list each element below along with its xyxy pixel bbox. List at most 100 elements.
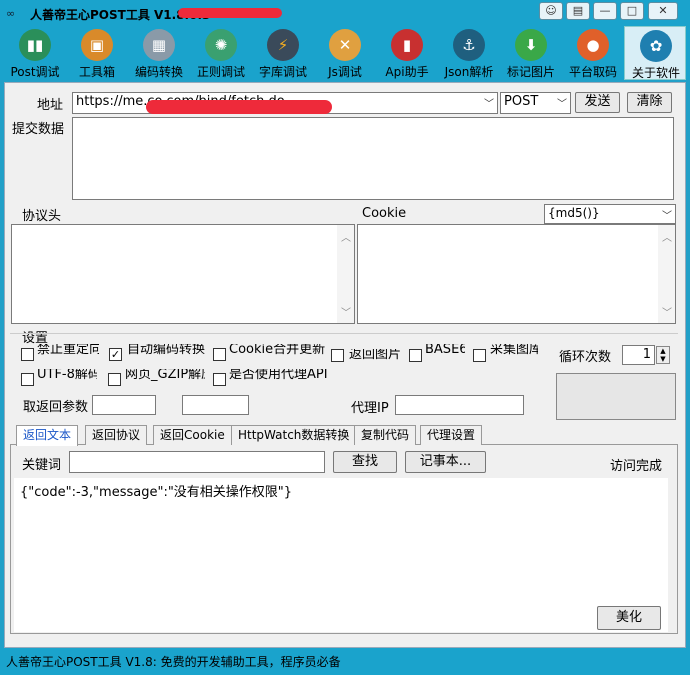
tool-api[interactable]: ▮ Api助手 (376, 26, 438, 80)
tools-icon: ✕ (329, 29, 361, 61)
checkbox-cookie-merge[interactable] (213, 348, 226, 361)
checkbox-collect-gallery[interactable] (473, 349, 486, 362)
checkbox-return-image[interactable] (331, 349, 344, 362)
keyword-label: 关键词 (22, 458, 62, 473)
preview-panel (556, 373, 676, 420)
chevron-down-icon[interactable]: ﹀ (662, 207, 672, 222)
tab-httpwatch[interactable]: HttpWatch数据转换 (231, 425, 357, 445)
tab-proxy-settings[interactable]: 代理设置 (420, 425, 483, 445)
keyword-input[interactable] (69, 451, 325, 473)
tab-return-text[interactable]: 返回文本 (16, 425, 79, 446)
status-done: 访问完成 (610, 459, 663, 474)
method-select[interactable]: POST ﹀ (500, 92, 571, 114)
checkbox-utf8[interactable] (21, 373, 34, 386)
tool-label: Api助手 (385, 65, 429, 79)
tool-label: 关于软件 (631, 66, 680, 80)
tool-platform-code[interactable]: ● 平台取码 (562, 26, 624, 80)
tool-encode[interactable]: ▦ 编码转换 (128, 26, 190, 80)
chat-icon[interactable]: ☺ (539, 2, 563, 20)
tool-post-debug[interactable]: ▮▮ Post调试 (4, 26, 66, 80)
url-label: 地址 (37, 98, 64, 113)
book-icon: ▮ (391, 29, 423, 61)
gear-icon: ✺ (205, 29, 237, 61)
chevron-down-icon[interactable]: ﹀ (557, 95, 567, 110)
post-data-label: 提交数据 (12, 122, 65, 137)
checkbox-no-redirect[interactable] (21, 348, 34, 361)
notepad-button[interactable]: 记事本... (405, 451, 486, 473)
response-text: {"code":-3,"message":"没有相关操作权限"} (20, 485, 293, 500)
checkbox-use-proxy[interactable] (213, 373, 226, 386)
tab-copy-code[interactable]: 复制代码 (354, 425, 417, 445)
checkbox-auto-encode[interactable]: ✓ (109, 348, 122, 361)
cookie-textarea[interactable]: ︿ ﹀ (357, 224, 676, 324)
close-icon[interactable]: ✕ (648, 2, 678, 20)
scrollbar[interactable]: ︿ ﹀ (658, 225, 675, 323)
infinity-icon: ∞ (6, 7, 16, 20)
tool-about[interactable]: ✿ 关于软件 (624, 26, 686, 80)
protocol-header-label: 协议头 (22, 209, 62, 224)
briefcase-icon: ▣ (81, 29, 113, 61)
option-label: 网页_GZIP解压 (125, 369, 205, 382)
redaction-mark (146, 100, 332, 114)
tool-label: 编码转换 (134, 65, 183, 79)
tool-toolbox[interactable]: ▣ 工具箱 (66, 26, 128, 80)
chevron-down-icon[interactable]: ﹀ (484, 95, 494, 110)
tool-label: 标记图片 (506, 65, 555, 79)
tool-label: 字库调试 (258, 65, 307, 79)
tab-return-cookie[interactable]: 返回Cookie (153, 425, 232, 445)
checkbox-gzip[interactable] (108, 373, 121, 386)
option-label: 采集图库 (490, 344, 538, 357)
tool-label: 工具箱 (78, 65, 115, 79)
main-toolbar: ▮▮ Post调试 ▣ 工具箱 ▦ 编码转换 ✺ 正则调试 ⚡ 字库调试 ✕ J… (0, 26, 690, 80)
loop-count-stepper[interactable]: ▲ ▼ (656, 346, 670, 364)
aperture-icon: ✿ (640, 30, 672, 62)
loop-count-label: 循环次数 (559, 350, 612, 365)
option-label: 禁止重定向 (37, 344, 99, 357)
option-label: BASE64 (425, 344, 465, 357)
status-bar-text: 人善帝王心POST工具 V1.8: 免费的开发辅助工具，程序员必备 (6, 655, 341, 669)
redaction-mark (178, 8, 282, 18)
title-bar: ∞ 人善帝王心POST工具 V1.8.0.3 ☺ ▤ — □ ✕ (0, 0, 690, 26)
tool-label: 正则调试 (196, 65, 245, 79)
tool-json[interactable]: ⚓ Json解析 (438, 26, 500, 80)
lightning-icon: ⚡ (267, 29, 299, 61)
return-params-input-1[interactable] (92, 395, 156, 415)
window-icon: ▦ (143, 29, 175, 61)
bar-chart-icon: ▮▮ (19, 29, 51, 61)
status-bar: 人善帝王心POST工具 V1.8: 免费的开发辅助工具，程序员必备 (0, 648, 690, 675)
clear-button[interactable]: 清除 (627, 92, 672, 113)
minimize-icon[interactable]: — (593, 2, 617, 20)
method-value: POST (504, 94, 539, 109)
scrollbar[interactable]: ︿ ﹀ (337, 225, 354, 323)
return-params-label: 取返回参数 (23, 400, 89, 415)
post-data-textarea[interactable] (72, 117, 674, 200)
note-icon[interactable]: ▤ (566, 2, 590, 20)
tool-label: Js调试 (328, 65, 362, 79)
send-button[interactable]: 发送 (575, 92, 620, 113)
cookie-label: Cookie (362, 206, 407, 221)
maximize-icon[interactable]: □ (620, 2, 644, 20)
option-label: 返回图片 (349, 349, 402, 362)
checkbox-base64[interactable] (409, 349, 422, 362)
loop-count-value: 1 (642, 347, 651, 362)
return-params-input-2[interactable] (182, 395, 249, 415)
tool-regex[interactable]: ✺ 正则调试 (190, 26, 252, 80)
proxy-ip-input[interactable] (395, 395, 524, 415)
tab-return-protocol[interactable]: 返回协议 (85, 425, 148, 445)
app-window: ∞ 人善帝王心POST工具 V1.8.0.3 ☺ ▤ — □ ✕ ▮▮ Post… (0, 0, 690, 675)
loop-count-input[interactable]: 1 (622, 345, 655, 365)
option-label: Cookie合并更新 (229, 344, 326, 357)
tool-label: Post调试 (10, 65, 60, 79)
proxy-ip-label: 代理IP (351, 401, 389, 416)
response-textarea[interactable] (14, 478, 668, 632)
anchor-icon: ⚓ (453, 29, 485, 61)
download-icon: ⬇ (515, 29, 547, 61)
cookie-function-select[interactable]: {md5()} ﹀ (544, 204, 676, 224)
find-button[interactable]: 查找 (333, 451, 397, 473)
tool-mark-image[interactable]: ⬇ 标记图片 (500, 26, 562, 80)
beautify-button[interactable]: 美化 (597, 606, 661, 630)
option-label: 自动编码转换 (127, 344, 206, 357)
protocol-header-textarea[interactable]: ︿ ﹀ (11, 224, 355, 324)
tool-font[interactable]: ⚡ 字库调试 (252, 26, 314, 80)
tool-js[interactable]: ✕ Js调试 (314, 26, 376, 80)
